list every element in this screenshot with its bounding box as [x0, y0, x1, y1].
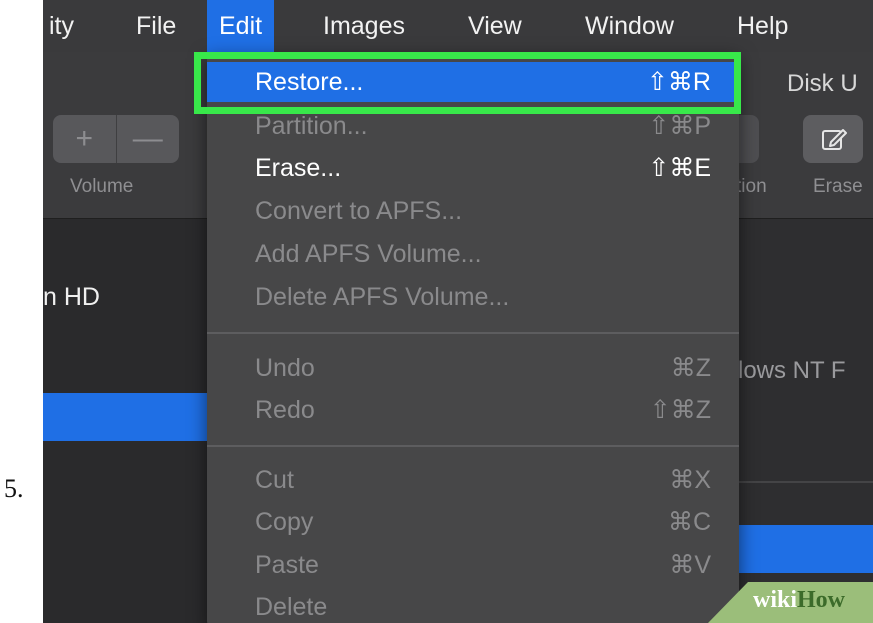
partition-label: tion: [736, 176, 767, 197]
menu-item-label: Redo: [255, 396, 315, 424]
divider: [733, 481, 873, 483]
erase-label: Erase: [813, 176, 863, 197]
usage-bar: [733, 525, 873, 573]
watermark-text-how: How: [797, 587, 846, 613]
menu-separator: [207, 332, 739, 334]
window-title: Disk U: [787, 70, 858, 97]
watermark-logo: wikiHow: [753, 587, 845, 614]
menu-item-erase[interactable]: Erase... ⇧⌘E: [207, 148, 739, 188]
menu-item-shortcut: ⇧⌘Z: [649, 396, 711, 424]
menu-images[interactable]: Images: [323, 0, 405, 52]
menu-item-copy: Copy ⌘C: [207, 502, 739, 542]
menu-item-delete-apfs-volume: Delete APFS Volume...: [207, 277, 739, 317]
menu-view[interactable]: View: [468, 0, 522, 52]
watermark-text-wiki: wiki: [753, 587, 798, 613]
sidebar-selected-row[interactable]: [43, 393, 209, 441]
format-text: lows NT F: [738, 357, 846, 384]
menu-item-delete: Delete: [207, 587, 739, 623]
step-number: 5.: [4, 474, 24, 503]
page: 5. ity File Edit Images View Window Help…: [0, 0, 873, 623]
menu-item-shortcut: ⌘V: [669, 551, 711, 579]
menu-bar: ity File Edit Images View Window Help: [43, 0, 873, 52]
menu-item-label: Copy: [255, 508, 314, 536]
menu-item-add-apfs-volume: Add APFS Volume...: [207, 234, 739, 274]
menu-help[interactable]: Help: [737, 0, 788, 52]
menu-item-partition: Partition... ⇧⌘P: [207, 106, 739, 146]
sidebar-item-disk[interactable]: n HD: [43, 283, 100, 312]
menu-item-label: Partition...: [255, 112, 368, 140]
menu-item-convert-apfs: Convert to APFS...: [207, 191, 739, 231]
menu-item-redo: Redo ⇧⌘Z: [207, 390, 739, 430]
menu-item-label: Delete APFS Volume...: [255, 283, 510, 311]
menu-item-label: Cut: [255, 466, 294, 494]
erase-button[interactable]: [803, 115, 863, 163]
menu-item-label: Convert to APFS...: [255, 197, 463, 225]
menu-item-shortcut: ⇧⌘R: [646, 68, 711, 96]
edit-menu: Restore... ⇧⌘R Partition... ⇧⌘P Erase...…: [207, 52, 739, 623]
menu-item-label: Add APFS Volume...: [255, 240, 482, 268]
menu-edit[interactable]: Edit: [207, 0, 275, 52]
menu-item-label: Paste: [255, 551, 319, 579]
menu-item-label: Undo: [255, 354, 315, 382]
pencil-square-icon: [822, 129, 847, 150]
menu-separator: [207, 445, 739, 447]
menu-item-restore[interactable]: Restore... ⇧⌘R: [207, 62, 739, 102]
volume-label: Volume: [70, 176, 134, 197]
menu-item-cut: Cut ⌘X: [207, 460, 739, 500]
menu-item-undo: Undo ⌘Z: [207, 348, 739, 388]
menu-item-shortcut: ⇧⌘P: [648, 112, 711, 140]
screenshot: ity File Edit Images View Window Help Di…: [43, 0, 873, 623]
menu-item-paste: Paste ⌘V: [207, 545, 739, 585]
menu-item-label: Restore...: [255, 68, 364, 96]
add-volume-button[interactable]: +: [53, 115, 116, 163]
menu-item-shortcut: ⌘Z: [670, 354, 711, 382]
menu-item-shortcut: ⌘X: [669, 466, 711, 494]
volume-segmented-control: + —: [53, 115, 179, 163]
menu-file[interactable]: File: [136, 0, 176, 52]
menu-item-shortcut: ⌘C: [667, 508, 711, 536]
sidebar: n HD: [43, 219, 209, 623]
menu-item-shortcut: ⇧⌘E: [648, 154, 711, 182]
menu-item-label: Delete: [255, 593, 328, 621]
menu-window[interactable]: Window: [585, 0, 674, 52]
menu-app-name[interactable]: ity: [49, 0, 74, 52]
remove-volume-button[interactable]: —: [117, 115, 180, 163]
menu-item-label: Erase...: [255, 154, 342, 182]
